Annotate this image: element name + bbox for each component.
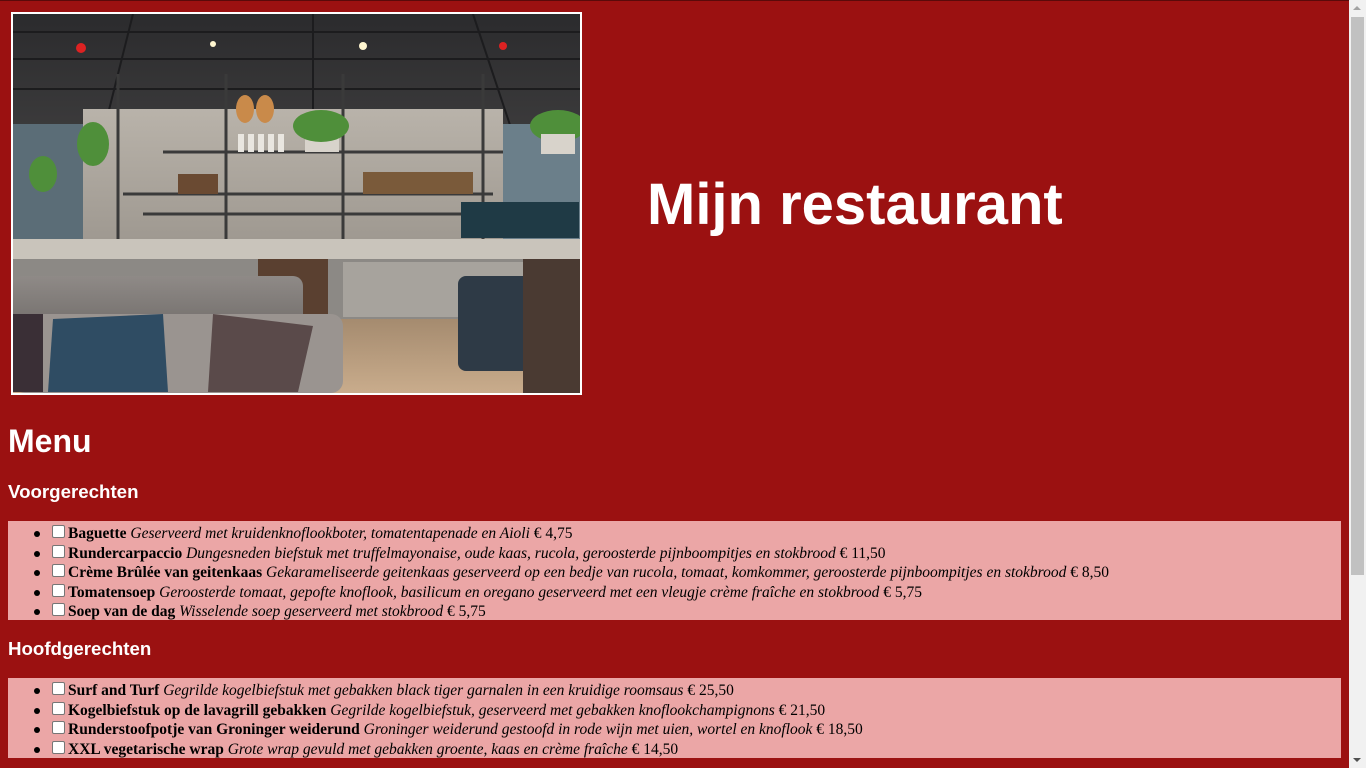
- dish-price: € 5,75: [447, 603, 486, 620]
- dish-price: € 21,50: [778, 701, 826, 719]
- site-title: Mijn restaurant: [647, 172, 1063, 237]
- dish-item: Tomatensoep Geroosterde tomaat, gepofte …: [8, 583, 1341, 603]
- section-title-hoofdgerechten: Hoofdgerechten: [8, 638, 152, 659]
- dish-item: XXL vegetarische wrap Grote wrap gevuld …: [8, 740, 1341, 760]
- dish-checkbox[interactable]: [52, 721, 65, 734]
- dish-description: Gekarameliseerde geitenkaas geserveerd o…: [266, 564, 1067, 581]
- vertical-scrollbar[interactable]: [1349, 0, 1366, 768]
- dish-description: Gegrilde kogelbiefstuk met gebakken blac…: [163, 682, 684, 699]
- dish-price: € 8,50: [1070, 564, 1110, 581]
- dish-name: Baguette: [68, 525, 127, 542]
- dish-price: € 4,75: [533, 525, 573, 542]
- page: Mijn restaurant Menu Voorgerechten Bague…: [0, 0, 1349, 768]
- dish-checkbox[interactable]: [52, 525, 65, 538]
- dish-item: Surf and Turf Gegrilde kogelbiefstuk met…: [8, 681, 1341, 701]
- dish-item: Baguette Geserveerd met kruidenknoflookb…: [8, 524, 1341, 544]
- dish-checkbox[interactable]: [52, 603, 65, 616]
- bullet-icon: [34, 609, 40, 615]
- dish-price: € 5,75: [883, 583, 923, 601]
- dish-name: Tomatensoep: [68, 583, 156, 601]
- dish-description: Grote wrap gevuld met gebakken groente, …: [227, 740, 628, 758]
- bullet-icon: [34, 570, 40, 576]
- dish-item: Kogelbiefstuk op de lavagrill gebakken G…: [8, 701, 1341, 721]
- dish-text: Runderstoofpotje van Groninger weiderund…: [68, 720, 863, 739]
- dish-name: Kogelbiefstuk op de lavagrill gebakken: [68, 701, 327, 719]
- dish-name: Surf and Turf: [68, 682, 160, 699]
- dish-description: Wisselende soep geserveerd met stokbrood: [179, 603, 444, 620]
- dish-description: Geserveerd met kruidenknoflookboter, tom…: [130, 525, 530, 542]
- dish-item: Rundercarpaccio Dungesneden biefstuk met…: [8, 544, 1341, 564]
- restaurant-interior-photo: [11, 12, 582, 395]
- dish-checkbox[interactable]: [52, 701, 65, 715]
- dish-text: XXL vegetarische wrap Grote wrap gevuld …: [68, 740, 678, 759]
- dish-price: € 14,50: [631, 740, 679, 758]
- dish-checkbox[interactable]: [52, 740, 65, 754]
- bullet-icon: [34, 531, 40, 537]
- dish-item: Crème Brûlée van geitenkaas Gekaramelise…: [8, 563, 1341, 583]
- scroll-down-arrow-icon[interactable]: [1353, 758, 1361, 762]
- bullet-icon: [34, 727, 40, 733]
- dish-text: Soep van de dag Wisselende soep geservee…: [68, 602, 486, 621]
- dish-list-hoofdgerechten: Surf and Turf Gegrilde kogelbiefstuk met…: [8, 678, 1341, 758]
- dish-name: Crème Brûlée van geitenkaas: [68, 564, 263, 581]
- dish-description: Groninger weiderund gestoofd in rode wij…: [363, 721, 813, 738]
- dish-name: XXL vegetarische wrap: [68, 740, 224, 758]
- dish-description: Geroosterde tomaat, gepofte knoflook, ba…: [159, 583, 880, 601]
- dish-checkbox[interactable]: [52, 583, 65, 597]
- dish-text: Rundercarpaccio Dungesneden biefstuk met…: [68, 544, 886, 563]
- dish-name: Rundercarpaccio: [68, 544, 183, 562]
- dish-price: € 18,50: [816, 721, 863, 738]
- dish-description: Gegrilde kogelbiefstuk, geserveerd met g…: [330, 701, 775, 719]
- bullet-icon: [34, 589, 40, 596]
- dish-item: Soep van de dag Wisselende soep geservee…: [8, 602, 1341, 622]
- bullet-icon: [34, 707, 40, 714]
- dish-text: Surf and Turf Gegrilde kogelbiefstuk met…: [68, 681, 734, 700]
- bullet-icon: [34, 688, 40, 694]
- dish-price: € 25,50: [687, 682, 734, 699]
- top-border: [0, 0, 1349, 1]
- scrollbar-thumb[interactable]: [1351, 17, 1364, 575]
- bullet-icon: [34, 746, 40, 753]
- scroll-up-arrow-icon[interactable]: [1353, 6, 1361, 10]
- dish-checkbox[interactable]: [52, 544, 65, 558]
- menu-title: Menu: [8, 423, 92, 459]
- dish-item: Runderstoofpotje van Groninger weiderund…: [8, 720, 1341, 740]
- dish-text: Baguette Geserveerd met kruidenknoflookb…: [68, 524, 573, 543]
- dish-text: Kogelbiefstuk op de lavagrill gebakken G…: [68, 701, 825, 720]
- dish-list-voorgerechten: Baguette Geserveerd met kruidenknoflookb…: [8, 521, 1341, 620]
- dish-description: Dungesneden biefstuk met truffelmayonais…: [186, 544, 836, 562]
- dish-checkbox[interactable]: [52, 564, 65, 577]
- dish-text: Crème Brûlée van geitenkaas Gekaramelise…: [68, 563, 1109, 582]
- dish-name: Runderstoofpotje van Groninger weiderund: [68, 721, 360, 738]
- dish-name: Soep van de dag: [68, 603, 176, 620]
- section-title-voorgerechten: Voorgerechten: [8, 481, 139, 502]
- dish-text: Tomatensoep Geroosterde tomaat, gepofte …: [68, 583, 922, 602]
- bullet-icon: [34, 550, 40, 557]
- dish-checkbox[interactable]: [52, 682, 65, 695]
- dish-price: € 11,50: [839, 544, 886, 562]
- restaurant-interior-illustration: [13, 14, 580, 393]
